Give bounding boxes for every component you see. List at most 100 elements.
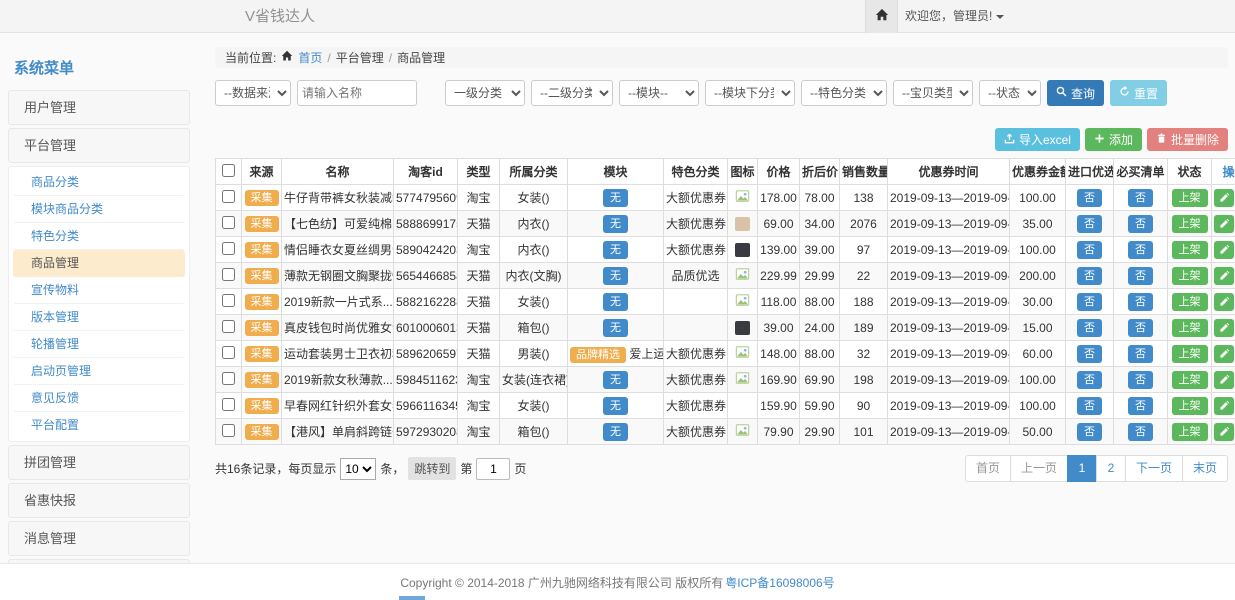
level2-category-select[interactable]: --二级分类-- bbox=[531, 80, 613, 106]
row-checkbox[interactable] bbox=[222, 372, 235, 385]
imported-toggle[interactable]: 否 bbox=[1077, 423, 1102, 441]
sidebar-item-特色分类[interactable]: 特色分类 bbox=[13, 223, 185, 250]
edit-button[interactable] bbox=[1214, 319, 1234, 337]
product-name[interactable]: 情侣睡衣女夏丝绸男士... bbox=[282, 237, 394, 263]
sidebar-item-启动页管理[interactable]: 启动页管理 bbox=[13, 358, 185, 385]
imported-toggle[interactable]: 否 bbox=[1077, 397, 1102, 415]
imported-toggle[interactable]: 否 bbox=[1077, 215, 1102, 233]
product-name[interactable]: 2019新款一片式系... bbox=[282, 289, 394, 315]
add-button[interactable]: 添加 bbox=[1085, 128, 1142, 151]
sidebar-section-消息管理[interactable]: 消息管理 bbox=[8, 521, 190, 556]
module-select[interactable]: --模块-- bbox=[619, 80, 699, 106]
edit-button[interactable] bbox=[1214, 423, 1234, 441]
jump-page-input[interactable] bbox=[476, 458, 510, 480]
imported-toggle[interactable]: 否 bbox=[1077, 345, 1102, 363]
sidebar-item-意见反馈[interactable]: 意见反馈 bbox=[13, 385, 185, 412]
horizontal-scrollbar-thumb[interactable] bbox=[399, 596, 425, 600]
edit-button[interactable] bbox=[1214, 189, 1234, 207]
product-name[interactable]: 运动套装男士卫衣初秋... bbox=[282, 341, 394, 367]
imported-toggle[interactable]: 否 bbox=[1077, 319, 1102, 337]
sidebar-section-拼团管理[interactable]: 拼团管理 bbox=[8, 445, 190, 480]
status-badge[interactable]: 上架 bbox=[1172, 215, 1208, 233]
edit-button[interactable] bbox=[1214, 241, 1234, 259]
status-badge[interactable]: 上架 bbox=[1172, 345, 1208, 363]
row-checkbox[interactable] bbox=[222, 320, 235, 333]
status-select[interactable]: --状态-- bbox=[979, 80, 1041, 106]
row-checkbox[interactable] bbox=[222, 346, 235, 359]
must-buy-toggle[interactable]: 否 bbox=[1128, 215, 1153, 233]
product-name[interactable]: 【港风】单肩斜跨链条... bbox=[282, 419, 394, 445]
product-name[interactable]: 2019新款女秋薄款... bbox=[282, 367, 394, 393]
status-badge[interactable]: 上架 bbox=[1172, 423, 1208, 441]
product-name[interactable]: 【七色纺】可爱纯棉家... bbox=[282, 211, 394, 237]
sidebar-section-用户管理[interactable]: 用户管理 bbox=[8, 90, 190, 125]
pager-button-下一页[interactable]: 下一页 bbox=[1125, 455, 1183, 482]
select-all-checkbox[interactable] bbox=[222, 164, 235, 177]
sidebar-item-商品分类[interactable]: 商品分类 bbox=[13, 169, 185, 196]
module-sub-select[interactable]: --模块下分类-- bbox=[705, 80, 795, 106]
edit-button[interactable] bbox=[1214, 293, 1234, 311]
must-buy-toggle[interactable]: 否 bbox=[1128, 189, 1153, 207]
sidebar-section-平台管理[interactable]: 平台管理 bbox=[8, 128, 190, 163]
edit-button[interactable] bbox=[1214, 215, 1234, 233]
sidebar-item-商品管理[interactable]: 商品管理 bbox=[13, 250, 185, 277]
edit-button[interactable] bbox=[1214, 345, 1234, 363]
sidebar-item-轮播管理[interactable]: 轮播管理 bbox=[13, 331, 185, 358]
home-shortcut-button[interactable] bbox=[865, 0, 898, 33]
row-checkbox[interactable] bbox=[222, 268, 235, 281]
must-buy-toggle[interactable]: 否 bbox=[1128, 397, 1153, 415]
must-buy-toggle[interactable]: 否 bbox=[1128, 241, 1153, 259]
must-buy-toggle[interactable]: 否 bbox=[1128, 371, 1153, 389]
status-badge[interactable]: 上架 bbox=[1172, 397, 1208, 415]
must-buy-toggle[interactable]: 否 bbox=[1128, 267, 1153, 285]
product-name[interactable]: 早春网红针织外套女春... bbox=[282, 393, 394, 419]
item-type-select[interactable]: --宝贝类型-- bbox=[893, 80, 973, 106]
level1-category-select[interactable]: 一级分类 bbox=[445, 80, 525, 106]
sidebar-item-平台配置[interactable]: 平台配置 bbox=[13, 412, 185, 439]
search-button[interactable]: 查询 bbox=[1047, 80, 1104, 106]
feature-category-select[interactable]: --特色分类-- bbox=[801, 80, 887, 106]
status-badge[interactable]: 上架 bbox=[1172, 189, 1208, 207]
breadcrumb-item[interactable]: 平台管理 bbox=[336, 49, 384, 66]
reset-button[interactable]: 重置 bbox=[1110, 80, 1167, 106]
per-page-select[interactable]: 10 bbox=[340, 458, 376, 480]
edit-button[interactable] bbox=[1214, 267, 1234, 285]
pager-button-末页[interactable]: 末页 bbox=[1182, 455, 1228, 482]
import-excel-button[interactable]: 导入excel bbox=[995, 128, 1080, 151]
sidebar-item-宣传物料[interactable]: 宣传物料 bbox=[13, 277, 185, 304]
status-badge[interactable]: 上架 bbox=[1172, 293, 1208, 311]
product-name[interactable]: 薄款无钢圈文胸聚拢性... bbox=[282, 263, 394, 289]
must-buy-toggle[interactable]: 否 bbox=[1128, 423, 1153, 441]
jump-button[interactable]: 跳转到 bbox=[408, 457, 456, 480]
edit-button[interactable] bbox=[1214, 371, 1234, 389]
product-name[interactable]: 真皮钱包时尚优雅女士... bbox=[282, 315, 394, 341]
edit-button[interactable] bbox=[1214, 397, 1234, 415]
icp-link[interactable]: 粤ICP备16098006号 bbox=[725, 574, 834, 591]
imported-toggle[interactable]: 否 bbox=[1077, 189, 1102, 207]
imported-toggle[interactable]: 否 bbox=[1077, 293, 1102, 311]
imported-toggle[interactable]: 否 bbox=[1077, 267, 1102, 285]
breadcrumb-item[interactable]: 商品管理 bbox=[397, 49, 445, 66]
batch-delete-button[interactable]: 批量删除 bbox=[1147, 128, 1228, 151]
status-badge[interactable]: 上架 bbox=[1172, 267, 1208, 285]
status-badge[interactable]: 上架 bbox=[1172, 241, 1208, 259]
row-checkbox[interactable] bbox=[222, 398, 235, 411]
pager-button-1[interactable]: 1 bbox=[1067, 455, 1097, 482]
must-buy-toggle[interactable]: 否 bbox=[1128, 293, 1153, 311]
imported-toggle[interactable]: 否 bbox=[1077, 241, 1102, 259]
sidebar-item-模块商品分类[interactable]: 模块商品分类 bbox=[13, 196, 185, 223]
sidebar-item-版本管理[interactable]: 版本管理 bbox=[13, 304, 185, 331]
row-checkbox[interactable] bbox=[222, 294, 235, 307]
data-source-select[interactable]: --数据来源-- bbox=[215, 80, 291, 106]
sidebar-section-省惠快报[interactable]: 省惠快报 bbox=[8, 483, 190, 518]
row-checkbox[interactable] bbox=[222, 190, 235, 203]
pager-button-2[interactable]: 2 bbox=[1096, 455, 1126, 482]
status-badge[interactable]: 上架 bbox=[1172, 319, 1208, 337]
imported-toggle[interactable]: 否 bbox=[1077, 371, 1102, 389]
breadcrumb-home-link[interactable]: 首页 bbox=[298, 49, 322, 66]
status-badge[interactable]: 上架 bbox=[1172, 371, 1208, 389]
name-search-input[interactable] bbox=[297, 80, 417, 106]
row-checkbox[interactable] bbox=[222, 424, 235, 437]
must-buy-toggle[interactable]: 否 bbox=[1128, 319, 1153, 337]
row-checkbox[interactable] bbox=[222, 216, 235, 229]
